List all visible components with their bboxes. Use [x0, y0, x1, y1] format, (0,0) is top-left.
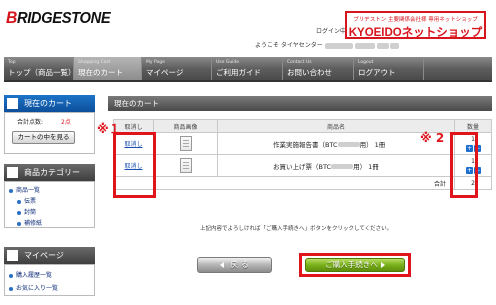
- category-link[interactable]: 封筒: [17, 207, 36, 216]
- global-nav: Top トップ（商品一覧） Shopping Cart 現在のカート My Page…: [4, 57, 492, 82]
- sidebar-category-header: 商品カテゴリー: [4, 164, 95, 181]
- highlight-qty: [450, 132, 478, 198]
- sidebar-cart-header: 現在のカート: [4, 95, 95, 112]
- checkout-highlight: ご購入手続きへ: [299, 253, 411, 277]
- nav-en: My Page: [146, 60, 165, 65]
- brand-title: KYOEIDOネットショップ: [348, 27, 483, 39]
- col-qty: 数量: [454, 119, 492, 133]
- arrow-right-icon: [380, 262, 385, 268]
- view-cart-button[interactable]: カートの中を見る: [12, 131, 75, 144]
- nav-en: Shopping Cart: [78, 60, 111, 65]
- login-status: ログイン中: [316, 28, 347, 35]
- redacted-name: [331, 164, 354, 169]
- confirm-note: 上記内容でよろしければ「ご購入手続きへ」ボタンをクリックしてください。: [200, 226, 393, 232]
- category-icon: [7, 167, 18, 178]
- welcome-line: ようこそ タイヤセンター: [255, 40, 400, 49]
- thumb-line: [182, 143, 189, 144]
- page-title: 現在のカート: [108, 96, 492, 111]
- arrow-left-icon: [220, 261, 225, 268]
- redacted-store: [376, 42, 389, 49]
- item-name-prefix: 作業実施報告書（BTC: [273, 140, 338, 149]
- product-thumbnail[interactable]: [179, 136, 192, 151]
- logo-rest: RIDGESTONE: [16, 10, 111, 27]
- brand-subtitle: ブリヂストン 主要関係会社様 専用ネットショップ: [353, 17, 478, 23]
- cart-icon: [7, 98, 18, 109]
- thumb-line: [182, 165, 189, 166]
- category-link[interactable]: 補修紙: [17, 218, 42, 227]
- mypage-link[interactable]: お気に入り一覧: [9, 283, 58, 292]
- nav-cart[interactable]: Shopping Cart 現在のカート: [74, 57, 142, 80]
- nav-en: Contact Us: [287, 60, 312, 65]
- thumb-line: [182, 162, 189, 163]
- col-image: 商品画像: [153, 119, 218, 133]
- cart-total-value: 2点: [61, 119, 71, 126]
- total-row: 合計 2: [113, 176, 492, 190]
- redacted-store: [324, 42, 353, 49]
- redacted-name: [337, 142, 360, 147]
- image-cell: [153, 154, 218, 177]
- name-cell: お買い上げ票（BTC 用） 1冊: [217, 154, 455, 177]
- sidebar-mypage-header: マイページ: [4, 247, 95, 264]
- welcome-text: ようこそ タイヤセンター: [255, 42, 323, 49]
- mypage-link[interactable]: 購入履歴一覧: [9, 270, 52, 279]
- logo-b: B: [6, 8, 17, 27]
- bridgestone-logo[interactable]: BRIDGESTONE: [6, 8, 111, 28]
- highlight-delete: [113, 132, 156, 198]
- mypage-icon: [7, 250, 18, 261]
- nav-jp: お問い合わせ: [287, 68, 332, 77]
- redacted-store: [390, 42, 400, 49]
- table-row: 取消し お買い上げ票（BTC 用） 1冊 1 + −: [113, 154, 492, 177]
- product-thumbnail[interactable]: [179, 158, 192, 173]
- sidebar-mypage-title: マイページ: [24, 251, 64, 260]
- redacted-store: [354, 42, 375, 49]
- back-button[interactable]: 戻 る: [197, 257, 272, 273]
- col-name: 商品名: [217, 119, 455, 133]
- nav-jp: 現在のカート: [78, 68, 123, 77]
- item-name-prefix: お買い上げ票（BTC: [273, 162, 332, 171]
- nav-en: Top: [8, 60, 16, 65]
- category-link[interactable]: 商品一覧: [9, 185, 40, 194]
- checkout-button-label: ご購入手続きへ: [325, 260, 378, 269]
- cart-table: 取消し 商品画像 商品名 数量 取消し 作業実施報告書（BTC 用） 1冊 1 + −…: [113, 119, 492, 190]
- category-link[interactable]: 伝票: [17, 196, 36, 205]
- nav-mypage[interactable]: My Page マイページ: [142, 57, 212, 80]
- nav-jp: ご利用ガイド: [216, 68, 261, 77]
- item-name-suffix: 用） 1冊: [359, 140, 386, 149]
- annotation-2: ※ 2: [420, 131, 445, 145]
- item-name-suffix: 用） 1冊: [353, 162, 379, 171]
- total-label: 合計: [113, 176, 455, 190]
- shop-brand-box[interactable]: ブリヂストン 主要関係会社様 専用ネットショップ KYOEIDOネットショップ: [345, 11, 486, 39]
- sidebar-cart-title: 現在のカート: [24, 99, 72, 108]
- cart-total-label: 合計点数:: [17, 119, 44, 126]
- name-cell: 作業実施報告書（BTC 用） 1冊: [217, 132, 455, 155]
- nav-en: Logout: [358, 60, 374, 65]
- checkout-button[interactable]: ご購入手続きへ: [305, 258, 405, 272]
- image-cell: [153, 132, 218, 155]
- back-button-label: 戻 る: [230, 260, 249, 269]
- thumb-line: [182, 146, 189, 147]
- nav-logout[interactable]: Logout ログアウト: [354, 57, 424, 80]
- sidebar-category-title: 商品カテゴリー: [24, 168, 80, 177]
- nav-jp: マイページ: [146, 68, 184, 77]
- nav-top[interactable]: Top トップ（商品一覧）: [4, 57, 76, 80]
- thumb-line: [182, 140, 189, 141]
- nav-jp: ログアウト: [358, 68, 396, 77]
- nav-contact[interactable]: Contact Us お問い合わせ: [283, 57, 354, 80]
- annotation-1: ※１: [97, 122, 121, 136]
- nav-guide[interactable]: Use Guide ご利用ガイド: [212, 57, 283, 80]
- nav-en: Use Guide: [216, 60, 240, 65]
- thumb-line: [182, 168, 189, 169]
- nav-jp: トップ（商品一覧）: [8, 68, 76, 77]
